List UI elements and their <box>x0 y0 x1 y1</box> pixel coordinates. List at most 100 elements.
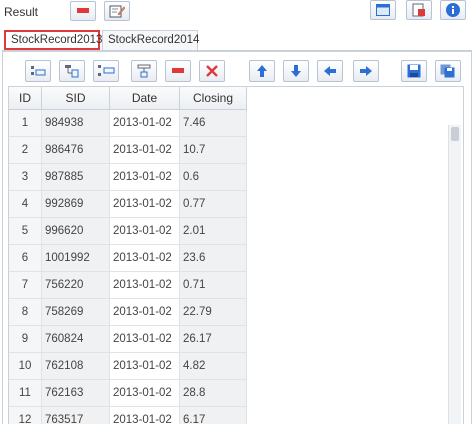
insert-parent-icon <box>137 64 151 78</box>
cell-id[interactable]: 7 <box>9 272 42 298</box>
cell-id[interactable]: 5 <box>9 218 42 244</box>
minus-icon <box>172 68 184 73</box>
cell-id[interactable]: 4 <box>9 191 42 217</box>
cell-date[interactable]: 2013-01-02 <box>110 380 180 406</box>
edit-button[interactable] <box>104 1 130 21</box>
tab-stockrecord2014[interactable]: StockRecord2014 <box>102 30 199 50</box>
cell-date[interactable]: 2013-01-02 <box>110 245 180 271</box>
info-icon <box>446 3 460 17</box>
cell-date[interactable]: 2013-01-02 <box>110 407 180 424</box>
table-row[interactable]: 11 762163 2013-01-02 28.8 <box>9 380 247 407</box>
cell-closing[interactable]: 0.71 <box>180 272 247 298</box>
minus-icon <box>77 8 89 13</box>
cell-closing[interactable]: 22.79 <box>180 299 247 325</box>
export-button[interactable] <box>406 0 432 20</box>
cell-date[interactable]: 2013-01-02 <box>110 164 180 190</box>
cell-sid[interactable]: 992869 <box>42 191 110 217</box>
cell-date[interactable]: 2013-01-02 <box>110 218 180 244</box>
table-row[interactable]: 2 986476 2013-01-02 10.7 <box>9 137 247 164</box>
cell-sid[interactable]: 760824 <box>42 326 110 352</box>
column-header-closing[interactable]: Closing <box>180 87 247 109</box>
cell-date[interactable]: 2013-01-02 <box>110 191 180 217</box>
arrow-right-icon <box>360 66 372 76</box>
cell-sid[interactable]: 758269 <box>42 299 110 325</box>
column-header-date[interactable]: Date <box>110 87 180 109</box>
cell-sid[interactable]: 987885 <box>42 164 110 190</box>
cell-closing[interactable]: 0.77 <box>180 191 247 217</box>
table-row[interactable]: 12 763517 2013-01-02 6.17 <box>9 407 247 424</box>
cell-id[interactable]: 3 <box>9 164 42 190</box>
result-header: Result <box>0 0 474 24</box>
delete-row-button[interactable] <box>165 60 191 82</box>
cell-sid[interactable]: 1001992 <box>42 245 110 271</box>
save-icon <box>407 64 421 78</box>
move-down-button[interactable] <box>283 60 309 82</box>
cell-date[interactable]: 2013-01-02 <box>110 299 180 325</box>
cell-date[interactable]: 2013-01-02 <box>110 137 180 163</box>
cell-id[interactable]: 8 <box>9 299 42 325</box>
insert-row-before-button[interactable] <box>25 60 51 82</box>
move-up-button[interactable] <box>249 60 275 82</box>
cell-closing[interactable]: 26.17 <box>180 326 247 352</box>
cell-sid[interactable]: 756220 <box>42 272 110 298</box>
column-header-id[interactable]: ID <box>9 87 42 109</box>
cell-sid[interactable]: 984938 <box>42 110 110 136</box>
column-header-sid[interactable]: SID <box>42 87 110 109</box>
cell-date[interactable]: 2013-01-02 <box>110 326 180 352</box>
cell-sid[interactable]: 763517 <box>42 407 110 424</box>
cell-closing[interactable]: 6.17 <box>180 407 247 424</box>
data-grid: ID SID Date Closing 1 984938 2013-01-02 7.4… <box>8 86 464 424</box>
table-row[interactable]: 4 992869 2013-01-02 0.77 <box>9 191 247 218</box>
info-button[interactable] <box>440 0 466 20</box>
move-left-button[interactable] <box>317 60 343 82</box>
cell-closing[interactable]: 0.6 <box>180 164 247 190</box>
save-button[interactable] <box>401 60 427 82</box>
cell-id[interactable]: 9 <box>9 326 42 352</box>
cell-closing[interactable]: 23.6 <box>180 245 247 271</box>
arrow-down-icon <box>291 65 301 77</box>
move-right-button[interactable] <box>353 60 379 82</box>
vertical-scrollbar[interactable] <box>448 125 461 424</box>
scrollbar-thumb[interactable] <box>451 127 459 141</box>
window-icon <box>376 4 390 16</box>
save-all-icon <box>440 64 455 78</box>
append-row-icon <box>98 65 115 76</box>
close-icon <box>206 65 218 77</box>
table-row[interactable]: 10 762108 2013-01-02 4.82 <box>9 353 247 380</box>
tab-stockrecord2013[interactable]: StockRecord2013 <box>4 30 102 50</box>
cell-date[interactable]: 2013-01-02 <box>110 272 180 298</box>
table-row[interactable]: 6 1001992 2013-01-02 23.6 <box>9 245 247 272</box>
table-row[interactable]: 1 984938 2013-01-02 7.46 <box>9 110 247 137</box>
table-row[interactable]: 7 756220 2013-01-02 0.71 <box>9 272 247 299</box>
clear-button[interactable] <box>199 60 225 82</box>
cell-id[interactable]: 12 <box>9 407 42 424</box>
cell-id[interactable]: 6 <box>9 245 42 271</box>
table-row[interactable]: 8 758269 2013-01-02 22.79 <box>9 299 247 326</box>
cell-closing[interactable]: 4.82 <box>180 353 247 379</box>
save-as-button[interactable] <box>435 60 461 82</box>
append-row-button[interactable] <box>93 60 119 82</box>
cell-sid[interactable]: 986476 <box>42 137 110 163</box>
cell-date[interactable]: 2013-01-02 <box>110 110 180 136</box>
table-row[interactable]: 3 987885 2013-01-02 0.6 <box>9 164 247 191</box>
cell-closing[interactable]: 2.01 <box>180 218 247 244</box>
cell-closing[interactable]: 10.7 <box>180 137 247 163</box>
table-row[interactable]: 5 996620 2013-01-02 2.01 <box>9 218 247 245</box>
cell-id[interactable]: 1 <box>9 110 42 136</box>
window-button[interactable] <box>370 0 396 20</box>
cell-id[interactable]: 10 <box>9 353 42 379</box>
cell-id[interactable]: 11 <box>9 380 42 406</box>
collapse-button[interactable] <box>70 1 96 21</box>
cell-closing[interactable]: 7.46 <box>180 110 247 136</box>
cell-sid[interactable]: 762163 <box>42 380 110 406</box>
table-row[interactable]: 9 760824 2013-01-02 26.17 <box>9 326 247 353</box>
export-icon <box>412 3 425 17</box>
cell-sid[interactable]: 762108 <box>42 353 110 379</box>
cell-date[interactable]: 2013-01-02 <box>110 353 180 379</box>
cell-closing[interactable]: 28.8 <box>180 380 247 406</box>
cell-id[interactable]: 2 <box>9 137 42 163</box>
arrow-up-icon <box>257 65 267 77</box>
insert-parent-button[interactable] <box>131 60 157 82</box>
insert-child-button[interactable] <box>59 60 85 82</box>
cell-sid[interactable]: 996620 <box>42 218 110 244</box>
